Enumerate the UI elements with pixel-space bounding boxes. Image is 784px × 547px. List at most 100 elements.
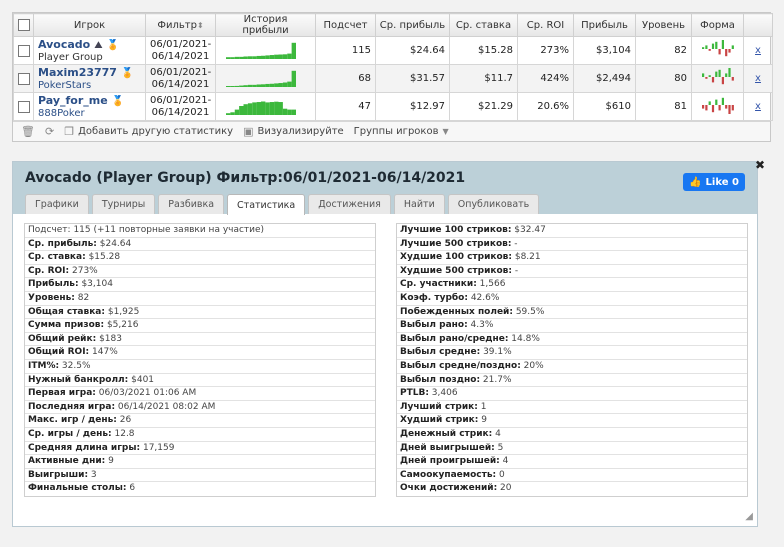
tab-2[interactable]: Разбивка	[158, 194, 225, 214]
profit-history-cell	[215, 36, 316, 65]
row-checkbox-cell	[13, 64, 34, 93]
like-label: Like 0	[705, 176, 739, 188]
visualize-button[interactable]: ▣ Визуализируйте	[243, 125, 344, 138]
close-icon[interactable]: ✖	[755, 158, 765, 172]
header-avg-profit[interactable]: Ср. прибыль	[375, 13, 450, 37]
player-name-link[interactable]: Pay_for_me	[38, 94, 108, 107]
table-row[interactable]: Avocado ⛰ 🏅 Player Group 06/01/2021- 06/14/20…	[13, 36, 773, 65]
stat-label: Худшие 500 стриков:	[400, 265, 512, 276]
stat-row: Прибыль: $3,104	[25, 278, 375, 292]
sort-updown-icon[interactable]: ⬍	[197, 21, 204, 30]
select-all-checkbox[interactable]	[17, 19, 30, 31]
form-bar	[731, 45, 734, 49]
delete-row-link[interactable]: x	[755, 45, 761, 56]
form-bar	[718, 105, 721, 111]
stat-label: Дней проигрышей:	[400, 456, 500, 467]
stat-row: Последняя игра: 06/14/2021 08:02 AM	[25, 401, 375, 415]
stats-column-left: Подсчет: 115 (+11 повторные заявки на уч…	[24, 223, 376, 497]
player-group[interactable]: PokerStars	[38, 80, 141, 91]
player-group[interactable]: 888Poker	[38, 108, 141, 119]
add-stats-button[interactable]: ❐ Добавить другую статистику	[64, 125, 233, 138]
stat-value: 0	[496, 469, 505, 480]
header-delete	[743, 13, 773, 37]
stat-row: Худшие 100 стриков: $8.21	[397, 251, 747, 265]
header-form[interactable]: Форма	[691, 13, 744, 37]
avg-roi-cell: 20.6%	[517, 92, 574, 121]
sparkline-bar	[261, 55, 266, 59]
stat-value: $32.47	[511, 225, 546, 235]
form-bar	[721, 97, 724, 105]
tab-6[interactable]: Опубликовать	[447, 194, 540, 214]
stat-value: 147%	[89, 347, 118, 358]
form-cell	[691, 92, 744, 121]
stat-value: $1,925	[104, 306, 140, 317]
facebook-like-button[interactable]: 👍 Like 0	[683, 173, 745, 191]
header-profit-history[interactable]: История прибыли	[215, 13, 316, 37]
count-cell: 68	[315, 64, 376, 93]
form-bar	[708, 49, 711, 51]
sparkline-bar	[256, 55, 261, 59]
filter-from: 06/01/2021-	[150, 38, 212, 50]
header-count[interactable]: Подсчет	[315, 13, 376, 37]
row-checkbox[interactable]	[18, 44, 30, 57]
sparkline-bar	[265, 83, 270, 87]
header-avg-stake[interactable]: Ср. ставка	[449, 13, 518, 37]
stat-label: Ср. прибыль:	[28, 238, 97, 249]
avg-stake-cell: $11.7	[449, 64, 518, 93]
delete-row-link[interactable]: x	[755, 73, 761, 84]
page-title: Avocado (Player Group) Фильтр:06/01/2021…	[25, 170, 466, 186]
tab-4[interactable]: Достижения	[308, 194, 391, 214]
sparkline-bar	[226, 113, 231, 115]
stat-row: Ср. игры / день: 12.8	[25, 428, 375, 442]
sparkline-bar	[291, 70, 296, 87]
table-row[interactable]: Pay_for_me 🏅 888Poker 06/01/2021- 06/14/2021…	[13, 92, 773, 121]
resize-grip-icon[interactable]: ◢	[745, 511, 753, 522]
sparkline-bar	[265, 102, 270, 115]
sparkline-bar	[230, 57, 235, 59]
player-name-link[interactable]: Avocado	[38, 38, 90, 51]
stat-value: 5	[494, 442, 504, 453]
stat-value: 21.7%	[480, 374, 512, 385]
trash-icon[interactable]: 🗑	[21, 125, 35, 138]
header-player[interactable]: Игрок	[33, 13, 146, 37]
header-filter[interactable]: Фильтр⬍	[145, 13, 216, 37]
sparkline-bar	[274, 101, 279, 115]
stat-value: 26	[116, 415, 132, 426]
header-profit[interactable]: Прибыль	[573, 13, 636, 37]
medal-icon: 🏅	[106, 39, 120, 51]
row-checkbox[interactable]	[18, 72, 30, 85]
profit-cell: $3,104	[573, 36, 636, 65]
form-bar	[704, 77, 707, 79]
sparkline-bar	[261, 84, 266, 87]
stat-row: ITM%: 32.5%	[25, 360, 375, 374]
stat-row: Выбыл рано/средне: 14.8%	[397, 333, 747, 347]
header-avg-roi[interactable]: Ср. ROI	[517, 13, 574, 37]
tab-1[interactable]: Турниры	[91, 194, 156, 214]
sparkline-bar	[287, 53, 292, 59]
sparkline-bar	[230, 86, 235, 87]
stat-label: Средняя длина игры:	[28, 442, 141, 453]
row-checkbox[interactable]	[18, 100, 30, 113]
sparkline-bar	[287, 81, 292, 87]
tab-3[interactable]: Статистика	[227, 194, 306, 215]
table-row[interactable]: Maxim23777 🏅 PokerStars 06/01/2021- 06/14/20…	[13, 64, 773, 93]
stat-label: Ср. участники:	[400, 279, 477, 290]
stat-label: Худшие 100 стриков:	[400, 252, 512, 263]
form-bar	[727, 105, 731, 114]
chevron-down-icon: ▼	[442, 127, 449, 136]
sparkline-bar	[247, 56, 253, 59]
players-table: Игрок Фильтр⬍ История прибыли Подсчет Ср…	[13, 13, 773, 121]
form-bar	[708, 101, 711, 105]
tab-0[interactable]: Графики	[25, 194, 89, 214]
sparkline-bar	[239, 56, 244, 59]
stat-row: Дней проигрышей: 4	[397, 455, 747, 469]
stat-value: 59.5%	[512, 306, 545, 317]
delete-row-link[interactable]: x	[755, 101, 761, 112]
sparkline-bar	[239, 106, 244, 115]
header-level[interactable]: Уровень	[635, 13, 692, 37]
player-groups-dropdown[interactable]: Группы игроков ▼	[354, 126, 449, 137]
refresh-icon[interactable]: ⟳	[45, 125, 54, 138]
avg-stake-cell: $15.28	[449, 36, 518, 65]
player-name-link[interactable]: Maxim23777	[38, 66, 117, 79]
tab-5[interactable]: Найти	[393, 194, 445, 214]
